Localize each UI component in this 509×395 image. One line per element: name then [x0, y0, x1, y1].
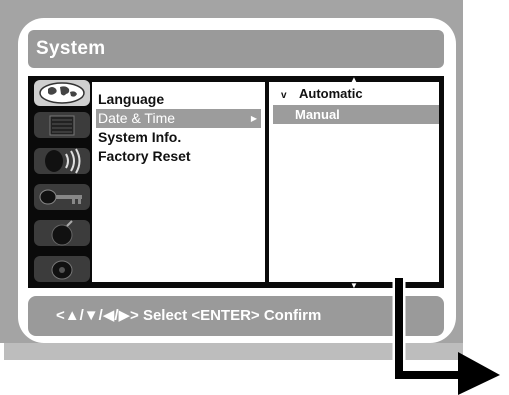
- annotation-arrow-icon: [392, 278, 500, 395]
